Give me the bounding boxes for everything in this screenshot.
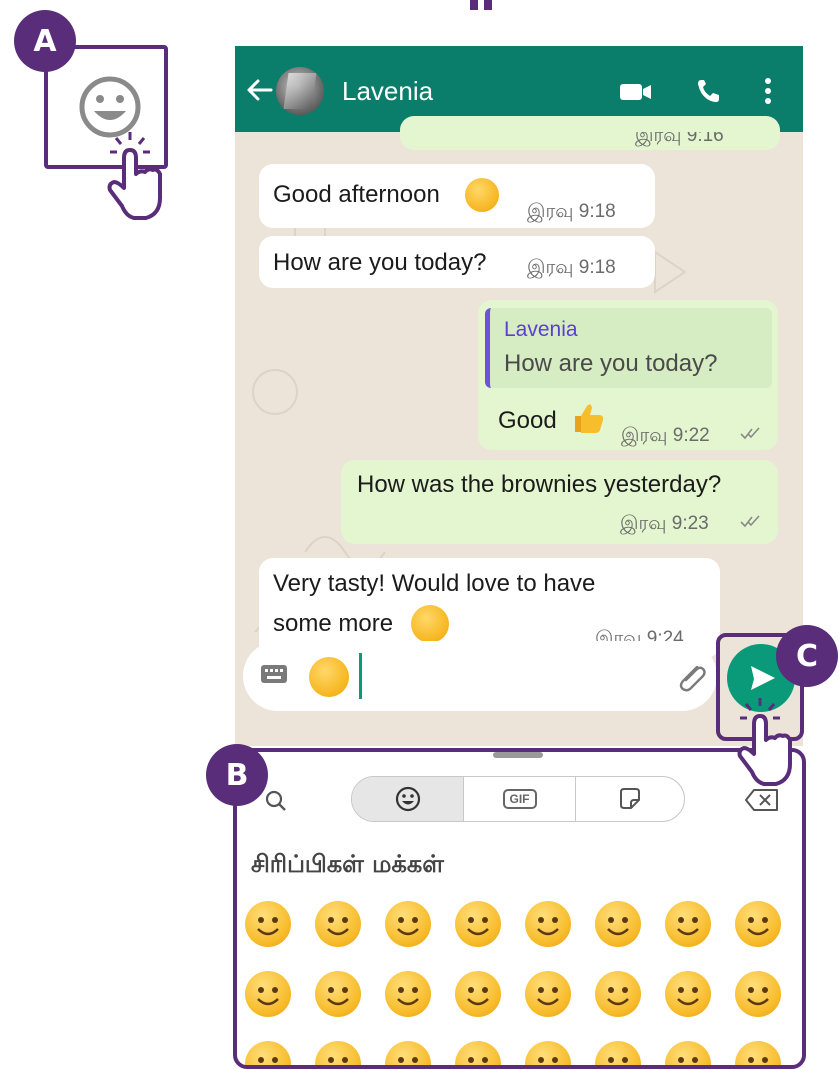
message-time: இரவு 9:18 [527, 201, 616, 222]
keyboard-icon[interactable] [260, 663, 288, 685]
emoji-yum-icon [411, 605, 449, 643]
quote-text: How are you today? [504, 350, 718, 377]
callout-b-frame [233, 748, 806, 1069]
message-text: Very tasty! Would love to have [273, 570, 596, 597]
attach-icon[interactable] [675, 661, 707, 693]
message-time: இரவு 9:22 [621, 425, 710, 446]
thumbs-up-icon [575, 404, 604, 433]
reply-quote[interactable]: Lavenia How are you today? [485, 308, 772, 388]
message-text: How was the brownies yesterday? [357, 471, 722, 498]
back-arrow-icon[interactable] [245, 78, 273, 102]
emoji-smile-icon [465, 178, 499, 212]
message-text: Good afternoon [273, 181, 440, 208]
message-time: இரவு 9:18 [527, 257, 616, 278]
more-vert-icon[interactable] [763, 76, 773, 106]
decoration [470, 0, 478, 10]
callout-badge-a: A [14, 10, 76, 72]
read-ticks-icon [740, 427, 760, 440]
message-input[interactable] [243, 641, 717, 711]
text-cursor [359, 653, 362, 699]
callout-badge-c: C [776, 625, 838, 687]
contact-name[interactable]: Lavenia [342, 76, 433, 107]
video-call-icon[interactable] [619, 82, 653, 102]
phone-icon[interactable] [695, 78, 721, 104]
message-text: some more [273, 610, 394, 637]
message-text: Good [498, 407, 557, 434]
message-text: How are you today? [273, 249, 487, 276]
message-bubble-incoming[interactable]: Good afternoon இரவு 9:18 [259, 164, 655, 228]
hand-pointer-icon [107, 132, 162, 220]
avatar[interactable] [276, 67, 324, 115]
message-bubble-outgoing[interactable]: How was the brownies yesterday? இரவு 9:2… [341, 460, 778, 544]
callout-badge-b: B [206, 744, 268, 806]
message-time: இரவு 9:23 [620, 513, 709, 534]
emoji-smile-icon [309, 657, 349, 697]
hand-pointer-icon [737, 698, 792, 786]
quote-author: Lavenia [504, 318, 578, 341]
decoration [484, 0, 492, 10]
message-bubble-incoming[interactable]: How are you today? இரவு 9:18 [259, 236, 655, 288]
read-ticks-icon [740, 515, 760, 528]
